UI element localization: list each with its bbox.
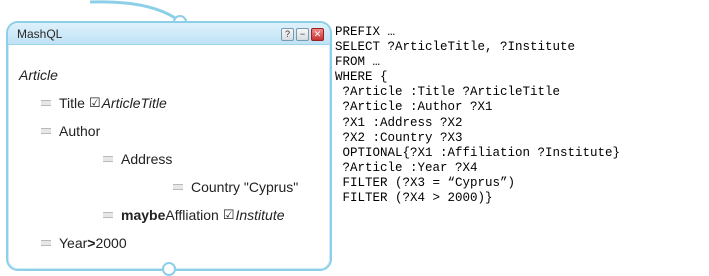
connector-handle[interactable] (162, 262, 176, 276)
checkbox-icon[interactable]: ☑ (223, 207, 235, 223)
code-line: SELECT ?ArticleTitle, ?Institute (335, 40, 576, 55)
panel-title: MashQL (17, 27, 63, 41)
query-tree: Article Title ☑ ArticleTitle Author Addr… (8, 44, 330, 269)
country-label: Country "Cyprus" (191, 179, 299, 195)
code-line: OPTIONAL{?X1 :Affiliation ?Institute} (335, 145, 621, 160)
title-variable: ArticleTitle (101, 95, 167, 111)
year-operator: > (87, 235, 96, 251)
tree-item-country[interactable]: Country "Cyprus" (173, 179, 298, 195)
branch-handle-icon[interactable] (173, 184, 183, 190)
close-icon[interactable]: ✕ (311, 28, 324, 41)
code-line: WHERE { (335, 70, 388, 85)
code-line: FROM … (335, 55, 381, 70)
code-line: ?X1 :Address ?X2 (335, 115, 463, 130)
branch-handle-icon[interactable] (41, 100, 51, 106)
maybe-keyword: maybe (121, 207, 166, 223)
tree-item-affiliation[interactable]: maybe Affliation ☑ Institute (103, 207, 285, 223)
branch-handle-icon[interactable] (41, 240, 51, 246)
affiliation-label: Affliation (165, 207, 219, 223)
code-line: ?Article :Year ?X4 (335, 160, 478, 175)
checkbox-icon[interactable]: ☑ (89, 95, 101, 111)
author-label: Author (59, 123, 101, 139)
tree-root-article[interactable]: Article (19, 67, 58, 83)
minimize-icon[interactable]: − (296, 28, 309, 41)
code-line: ?X2 :Country ?X3 (335, 130, 463, 145)
tree-item-author[interactable]: Author (41, 123, 100, 139)
branch-handle-icon[interactable] (41, 128, 51, 134)
code-line: PREFIX … (335, 25, 396, 39)
tree-item-address[interactable]: Address (103, 151, 172, 167)
year-value: 2000 (95, 235, 127, 251)
tree-item-title[interactable]: Title ☑ ArticleTitle (41, 95, 167, 111)
affiliation-variable: Institute (235, 207, 285, 223)
window-controls: ? − ✕ (281, 28, 324, 41)
sparql-code: PREFIX … SELECT ?ArticleTitle, ?Institut… (335, 25, 620, 206)
panel-titlebar: MashQL ? − ✕ (8, 23, 330, 45)
address-label: Address (121, 151, 173, 167)
help-icon[interactable]: ? (281, 28, 294, 41)
title-label: Title (59, 95, 85, 111)
branch-handle-icon[interactable] (103, 156, 113, 162)
code-line: FILTER (?X4 > 2000)} (335, 191, 493, 206)
tree-item-year[interactable]: Year > 2000 (41, 235, 127, 251)
code-line: ?Article :Title ?ArticleTitle (335, 85, 561, 100)
branch-handle-icon[interactable] (103, 212, 113, 218)
root-label: Article (19, 67, 58, 83)
year-label: Year (59, 235, 88, 251)
code-line: ?Article :Author ?X1 (335, 100, 493, 115)
code-line: FILTER (?X3 = “Cyprus”) (335, 175, 516, 190)
mashql-panel: MashQL ? − ✕ Article Title ☑ ArticleTitl… (6, 21, 332, 271)
